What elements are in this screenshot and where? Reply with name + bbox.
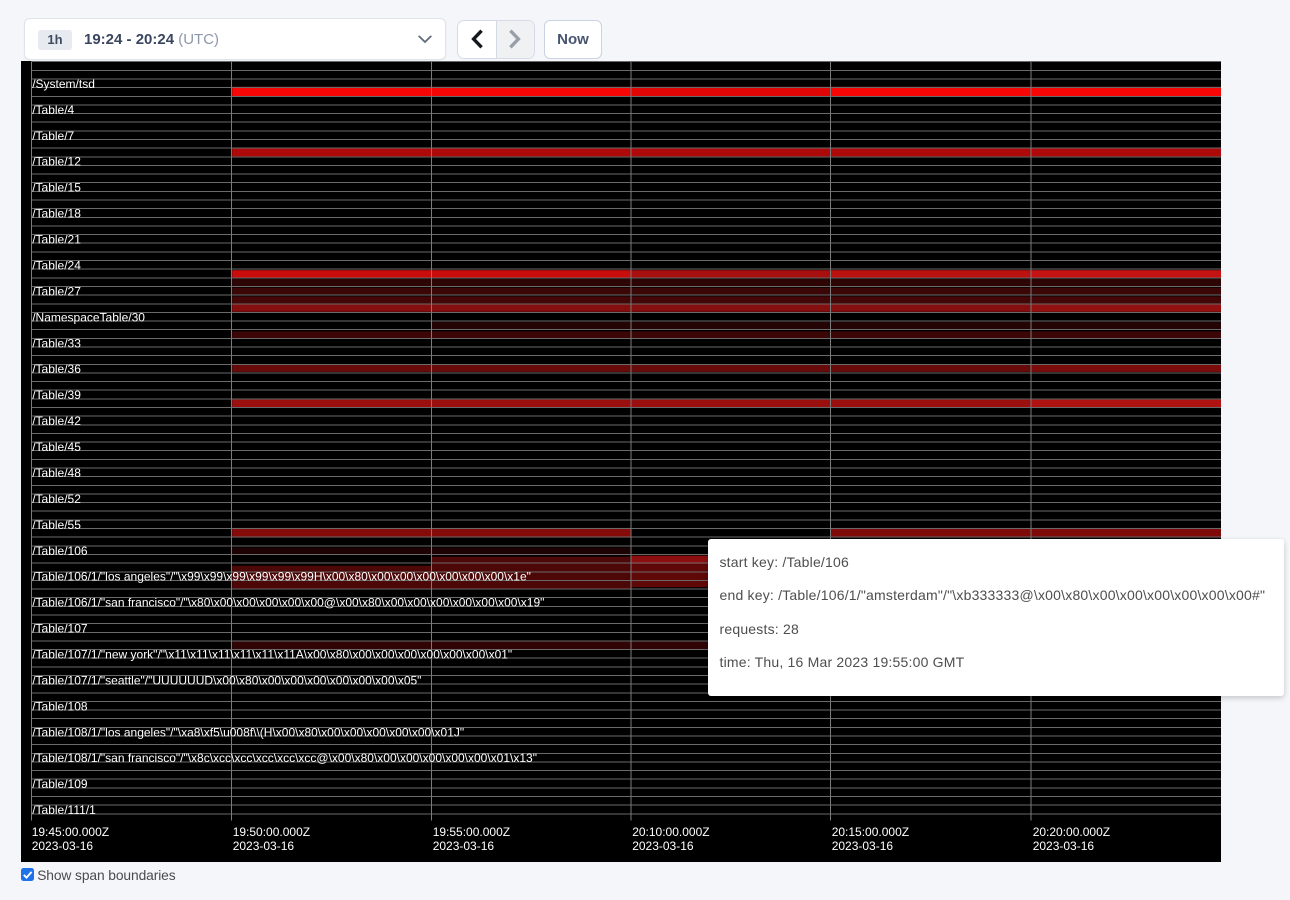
svg-text:/Table/27: /Table/27 xyxy=(32,284,81,298)
svg-text:/Table/12: /Table/12 xyxy=(32,154,81,168)
svg-text:/Table/7: /Table/7 xyxy=(32,129,74,143)
svg-text:/Table/33: /Table/33 xyxy=(32,336,81,350)
svg-text:19:50:00.000Z: 19:50:00.000Z xyxy=(233,825,310,839)
svg-text:2023-03-16: 2023-03-16 xyxy=(32,839,94,853)
svg-text:20:20:00.000Z: 20:20:00.000Z xyxy=(1033,825,1110,839)
svg-text:2023-03-16: 2023-03-16 xyxy=(1033,839,1095,853)
svg-text:/Table/108: /Table/108 xyxy=(32,699,88,713)
svg-text:/Table/45: /Table/45 xyxy=(32,440,81,454)
svg-text:/Table/107: /Table/107 xyxy=(32,621,88,635)
svg-text:/Table/36: /Table/36 xyxy=(32,362,81,376)
svg-text:/Table/106/1/"los angeles"/"\x: /Table/106/1/"los angeles"/"\x99\x99\x99… xyxy=(32,569,531,583)
svg-text:/Table/39: /Table/39 xyxy=(32,388,81,402)
svg-text:/Table/107/1/"new york"/"\x11\: /Table/107/1/"new york"/"\x11\x11\x11\x1… xyxy=(32,647,512,661)
svg-text:19:45:00.000Z: 19:45:00.000Z xyxy=(32,825,109,839)
svg-text:2023-03-16: 2023-03-16 xyxy=(233,839,295,853)
svg-text:/Table/108/1/"los angeles"/"\x: /Table/108/1/"los angeles"/"\xa8\xf5\u00… xyxy=(32,725,464,739)
svg-text:/Table/15: /Table/15 xyxy=(32,180,81,194)
svg-text:2023-03-16: 2023-03-16 xyxy=(632,839,694,853)
svg-text:20:15:00.000Z: 20:15:00.000Z xyxy=(832,825,909,839)
svg-text:/NamespaceTable/30: /NamespaceTable/30 xyxy=(32,310,145,324)
svg-text:/Table/106/1/"san francisco"/": /Table/106/1/"san francisco"/"\x80\x00\x… xyxy=(32,595,544,609)
svg-text:/System/tsd: /System/tsd xyxy=(32,77,95,91)
svg-text:2023-03-16: 2023-03-16 xyxy=(832,839,894,853)
svg-text:/Table/21: /Table/21 xyxy=(32,232,81,246)
svg-text:/Table/24: /Table/24 xyxy=(32,258,81,272)
svg-text:2023-03-16: 2023-03-16 xyxy=(433,839,495,853)
svg-text:/Table/107/1/"seattle"/"UUUUUU: /Table/107/1/"seattle"/"UUUUUUD\x00\x80\… xyxy=(32,673,421,687)
svg-text:/Table/48: /Table/48 xyxy=(32,466,81,480)
svg-text:/Table/42: /Table/42 xyxy=(32,414,81,428)
svg-text:/Table/55: /Table/55 xyxy=(32,518,81,532)
svg-text:/Table/106: /Table/106 xyxy=(32,544,88,558)
svg-text:/Table/52: /Table/52 xyxy=(32,492,81,506)
svg-text:20:10:00.000Z: 20:10:00.000Z xyxy=(632,825,709,839)
svg-text:/Table/18: /Table/18 xyxy=(32,206,81,220)
svg-text:/Table/111/1: /Table/111/1 xyxy=(32,803,96,817)
svg-text:/Table/108/1/"san francisco"/": /Table/108/1/"san francisco"/"\x8c\xcc\x… xyxy=(32,751,537,765)
svg-text:19:55:00.000Z: 19:55:00.000Z xyxy=(433,825,510,839)
svg-text:/Table/109: /Table/109 xyxy=(32,777,88,791)
svg-text:/Table/4: /Table/4 xyxy=(32,103,74,117)
